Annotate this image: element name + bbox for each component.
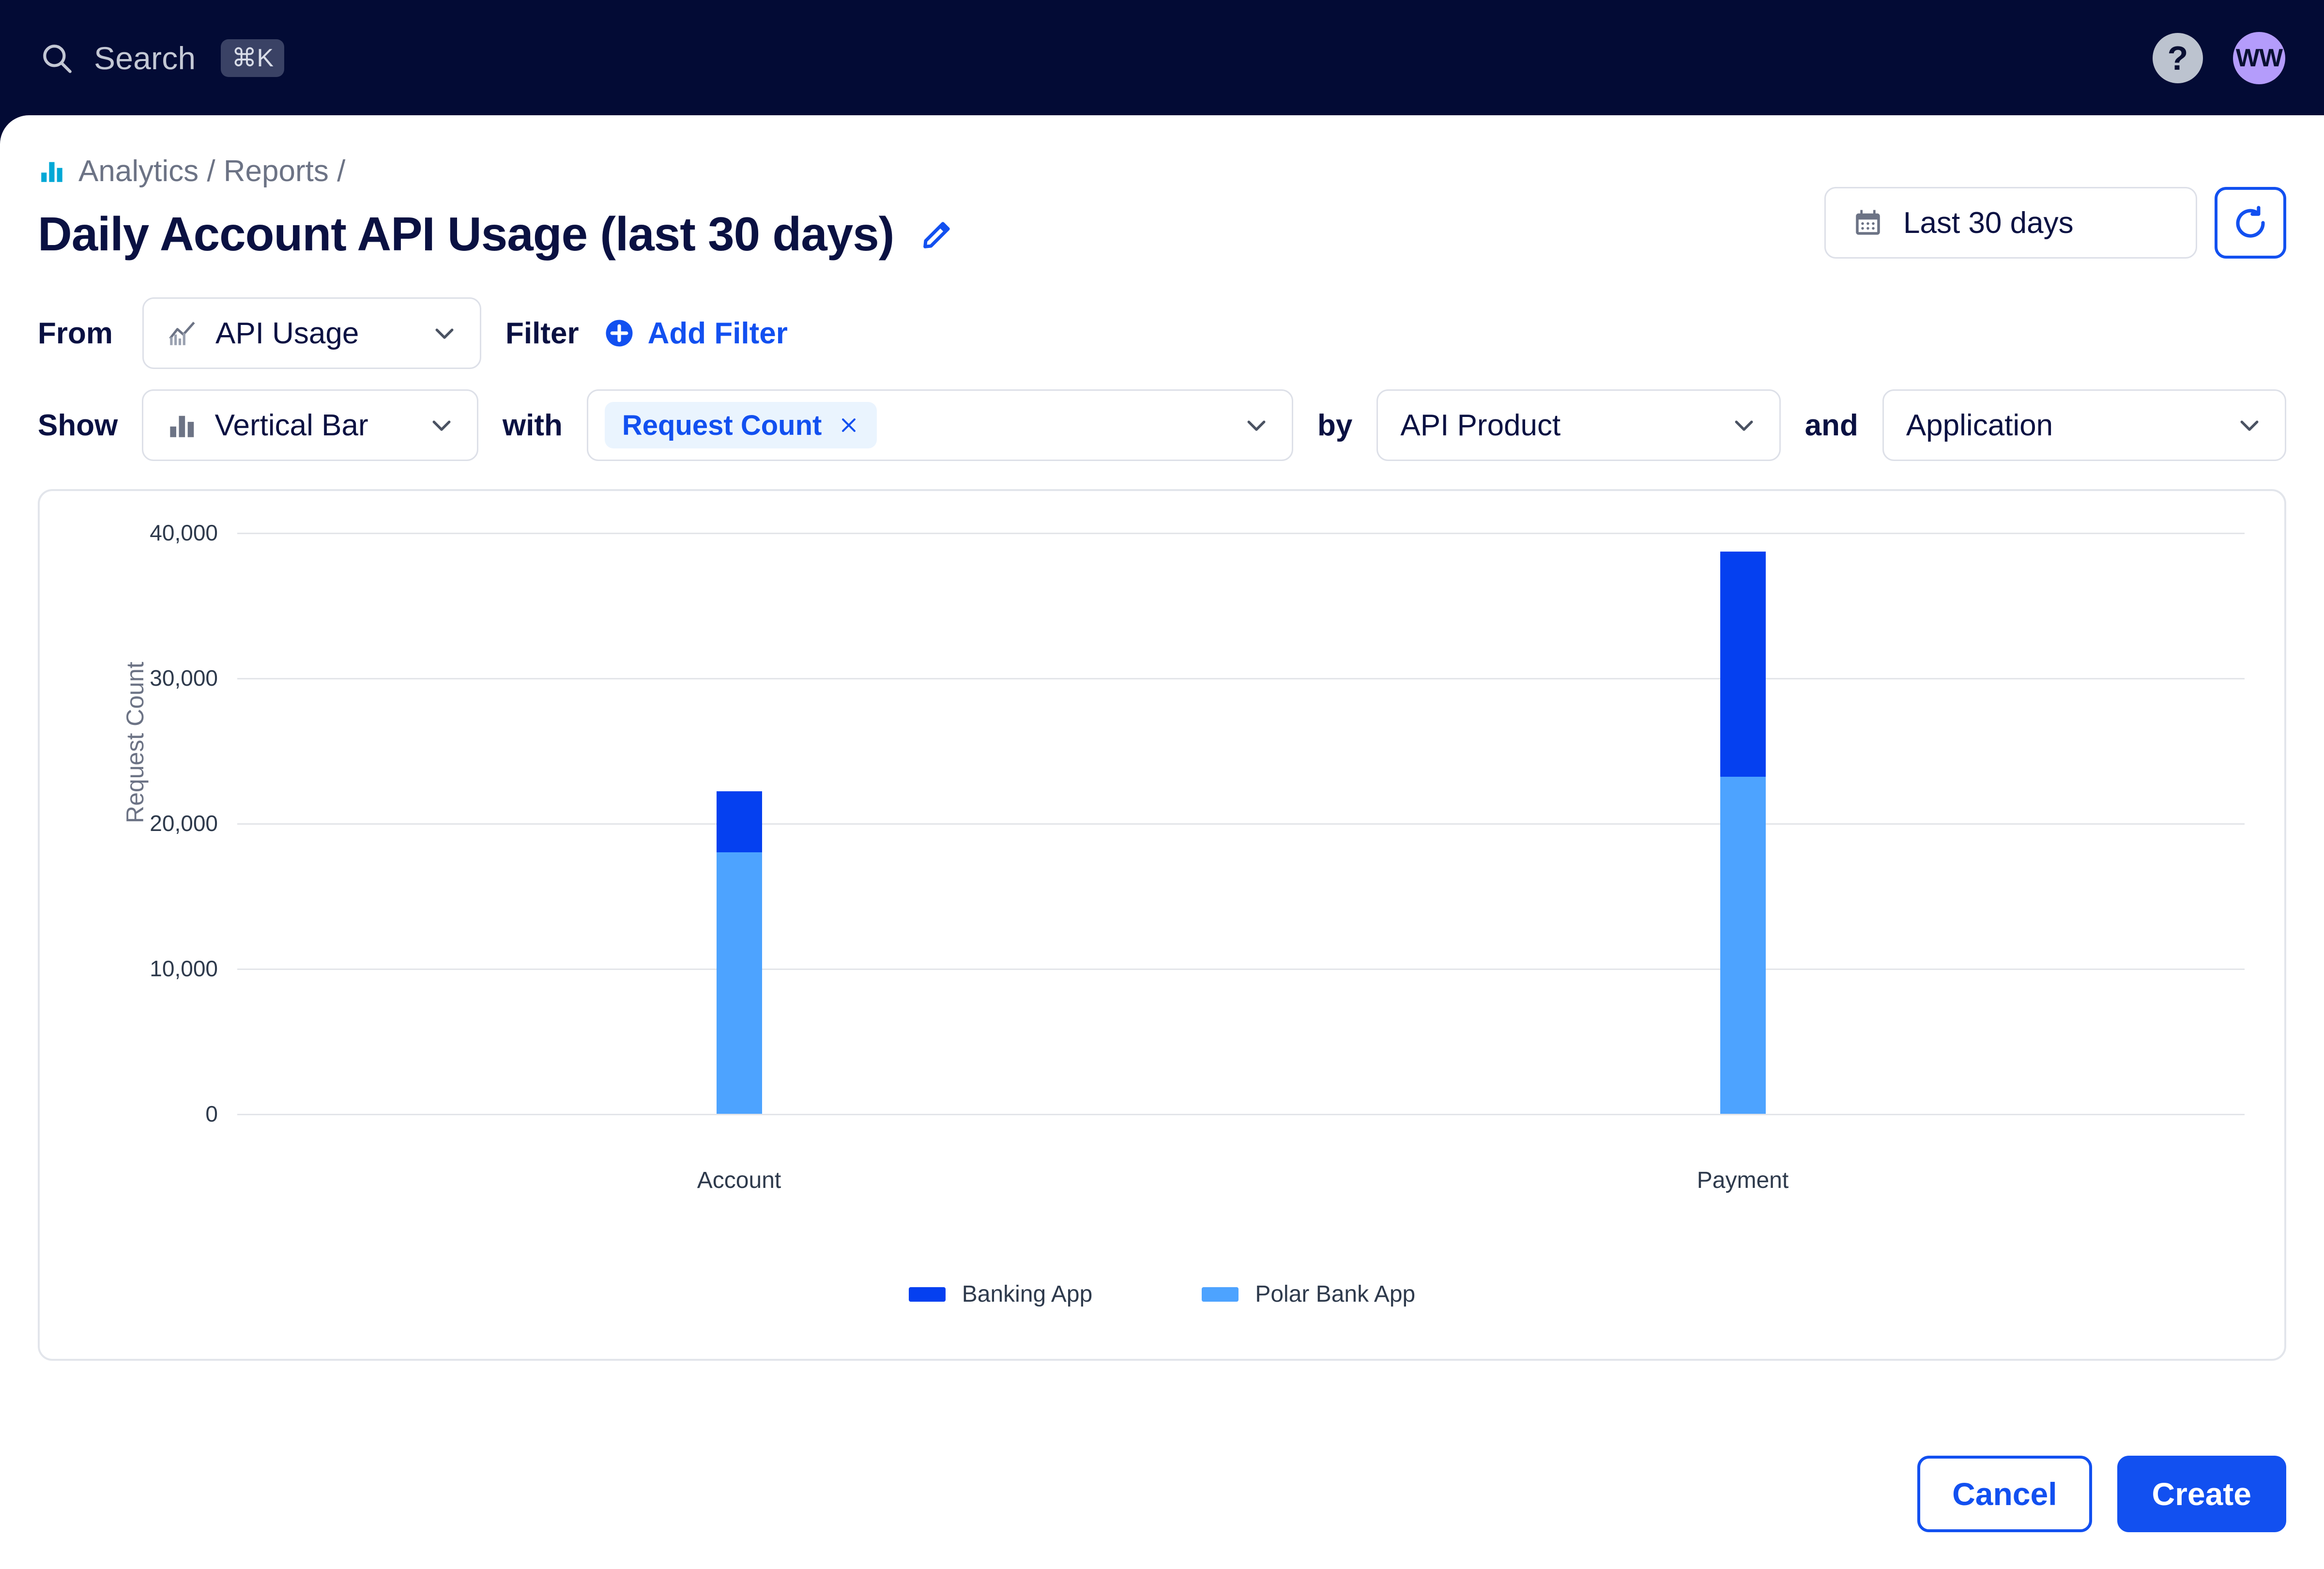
gridline bbox=[237, 823, 2245, 825]
y-axis-tick-label: 20,000 bbox=[150, 811, 218, 836]
help-icon[interactable]: ? bbox=[2153, 33, 2203, 83]
refresh-button[interactable] bbox=[2215, 187, 2286, 259]
with-label: with bbox=[502, 408, 563, 442]
from-row: From API Usage Filter Add Filter bbox=[38, 297, 2286, 369]
avatar[interactable]: WW bbox=[2233, 32, 2285, 84]
legend-swatch bbox=[908, 1287, 946, 1302]
content-sheet: Analytics / Reports / Daily Account API … bbox=[0, 115, 2324, 1569]
group-by-2-select[interactable]: Application bbox=[1882, 389, 2287, 461]
create-button[interactable]: Create bbox=[2117, 1456, 2286, 1532]
and-label: and bbox=[1804, 408, 1858, 442]
bar-chart-icon bbox=[166, 409, 198, 441]
plot-area: 0 10,000 20,000 30,000 40,000 Account Payment bbox=[150, 520, 2245, 1193]
top-bar: Search ⌘K ? WW bbox=[0, 0, 2324, 116]
cancel-button[interactable]: Cancel bbox=[1917, 1456, 2092, 1532]
chart-type-value: Vertical Bar bbox=[214, 408, 368, 442]
close-icon[interactable] bbox=[838, 415, 859, 436]
add-filter-button[interactable]: Add Filter bbox=[603, 316, 788, 351]
breadcrumb[interactable]: Analytics / Reports / bbox=[38, 154, 2286, 188]
y-axis-title: Request Count bbox=[122, 661, 149, 823]
by-label: by bbox=[1317, 408, 1353, 442]
legend-swatch bbox=[1202, 1287, 1239, 1302]
bar-segment[interactable] bbox=[1720, 552, 1766, 777]
footer-actions: Cancel Create bbox=[1917, 1456, 2286, 1532]
bar-stack[interactable] bbox=[716, 791, 762, 1114]
gridline bbox=[237, 1114, 2245, 1115]
y-axis-tick-label: 10,000 bbox=[150, 956, 218, 981]
legend-label: Banking App bbox=[962, 1281, 1093, 1307]
source-select[interactable]: API Usage bbox=[142, 297, 481, 369]
refresh-icon bbox=[2232, 204, 2269, 242]
metric-chip-label: Request Count bbox=[622, 409, 822, 441]
chart-card: Request Count 0 10,000 20,000 30,000 40,000 A… bbox=[38, 489, 2286, 1361]
plus-circle-icon bbox=[603, 317, 635, 349]
page-title: Daily Account API Usage (last 30 days) bbox=[38, 207, 894, 261]
filter-label: Filter bbox=[505, 316, 579, 350]
y-axis-tick-label: 0 bbox=[205, 1101, 218, 1126]
x-axis-tick-label: Payment bbox=[1697, 1168, 1789, 1193]
metric-select[interactable]: Request Count bbox=[586, 389, 1294, 461]
breadcrumb-text: Analytics / Reports / bbox=[78, 154, 346, 188]
legend-item[interactable]: Banking App bbox=[908, 1281, 1093, 1308]
search-label: Search bbox=[94, 40, 196, 76]
bar-segment[interactable] bbox=[716, 791, 762, 852]
group-by-select[interactable]: API Product bbox=[1376, 389, 1781, 461]
source-value: API Usage bbox=[215, 316, 359, 350]
gridline bbox=[237, 678, 2245, 679]
pencil-icon[interactable] bbox=[919, 216, 956, 253]
gridline bbox=[237, 969, 2245, 970]
bar-stack[interactable] bbox=[1720, 552, 1766, 1114]
gridline bbox=[237, 533, 2245, 534]
from-label: From bbox=[38, 316, 113, 350]
calendar-icon bbox=[1852, 207, 1884, 239]
bar-chart-icon bbox=[38, 157, 66, 185]
legend-label: Polar Bank App bbox=[1255, 1281, 1416, 1307]
bar-segment[interactable] bbox=[716, 852, 762, 1114]
chevron-down-icon bbox=[428, 412, 455, 438]
show-label: Show bbox=[38, 408, 118, 442]
x-axis-tick-label: Account bbox=[697, 1168, 781, 1193]
group-by-2-value: Application bbox=[1906, 408, 2053, 442]
bar-segment[interactable] bbox=[1720, 777, 1766, 1114]
show-row: Show Vertical Bar with Request Count by … bbox=[38, 389, 2287, 461]
line-chart-icon bbox=[166, 317, 198, 349]
chevron-down-icon bbox=[2236, 412, 2263, 438]
chevron-down-icon bbox=[1731, 412, 1757, 438]
global-search[interactable]: Search ⌘K bbox=[39, 39, 285, 77]
chart-type-select[interactable]: Vertical Bar bbox=[141, 389, 478, 461]
date-range-picker[interactable]: Last 30 days bbox=[1824, 187, 2197, 259]
chevron-down-icon bbox=[1243, 412, 1269, 438]
search-icon bbox=[39, 40, 75, 76]
legend-item[interactable]: Polar Bank App bbox=[1202, 1281, 1415, 1308]
chart-legend: Banking App Polar Bank App bbox=[40, 1281, 2284, 1308]
chevron-down-icon bbox=[431, 320, 458, 346]
add-filter-label: Add Filter bbox=[647, 316, 788, 350]
date-range-value: Last 30 days bbox=[1903, 206, 2074, 240]
y-axis-tick-label: 30,000 bbox=[150, 665, 218, 691]
metric-chip[interactable]: Request Count bbox=[604, 402, 877, 448]
group-by-value: API Product bbox=[1400, 408, 1561, 442]
y-axis-tick-label: 40,000 bbox=[150, 520, 218, 545]
search-shortcut-badge: ⌘K bbox=[221, 39, 285, 77]
